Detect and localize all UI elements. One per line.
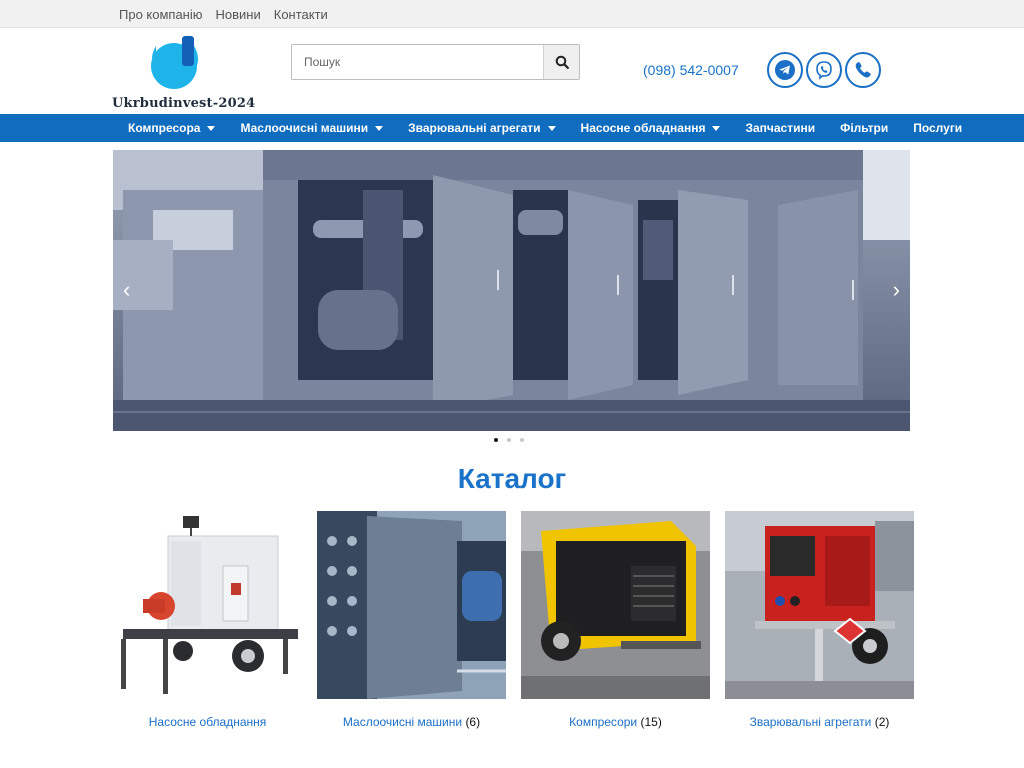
- phone-icon: [855, 62, 871, 78]
- nav-item-welding[interactable]: Зварювальні агрегати: [408, 121, 556, 135]
- caret-down-icon: [712, 125, 721, 131]
- card-name[interactable]: Зварювальні агрегати: [750, 715, 872, 729]
- nav-item-label: Компресора: [128, 121, 201, 135]
- card-label[interactable]: Зварювальні агрегати (2): [725, 715, 914, 729]
- nav-item-label: Зварювальні агрегати: [408, 121, 541, 135]
- catalog-card[interactable]: Компресори (15): [521, 511, 710, 729]
- hero-slider: ‹ ›: [113, 150, 910, 431]
- compressor-image: [521, 511, 710, 699]
- pump-unit-image: [113, 511, 302, 699]
- search-input[interactable]: [292, 45, 543, 79]
- brand-name: Ukrbudinvest-2024: [112, 96, 256, 111]
- phone-number[interactable]: (098) 542-0007: [643, 62, 739, 78]
- nav-item-label: Фільтри: [840, 121, 889, 135]
- nav-item-oil-purifiers[interactable]: Маслоочисні машини: [240, 121, 384, 135]
- nav-item-filters[interactable]: Фільтри: [840, 121, 888, 135]
- card-name[interactable]: Насосне обладнання: [149, 715, 267, 729]
- slider-dot[interactable]: [507, 438, 511, 442]
- catalog-grid: Насосне обладнання Маслоочисні машини (6…: [113, 511, 914, 729]
- slider-dots: [494, 438, 524, 442]
- welding-unit-image: [725, 511, 914, 699]
- catalog-title: Каталог: [457, 463, 567, 494]
- card-name[interactable]: Маслоочисні машини: [343, 715, 462, 729]
- nav-item-parts[interactable]: Запчастини: [745, 121, 815, 135]
- slider-dot[interactable]: [494, 438, 498, 442]
- nav-item-label: Маслоочисні машини: [240, 121, 369, 135]
- main-nav: Компресора Маслоочисні машини Зварювальн…: [0, 114, 1024, 142]
- catalog-card[interactable]: Насосне обладнання: [113, 511, 302, 729]
- card-name[interactable]: Компресори: [569, 715, 637, 729]
- call-button[interactable]: [845, 52, 881, 88]
- topbar-link-about[interactable]: Про компанію: [119, 7, 203, 22]
- oil-purifier-image: [317, 511, 506, 699]
- card-label[interactable]: Маслоочисні машини (6): [317, 715, 506, 729]
- card-image[interactable]: [521, 511, 710, 699]
- nav-item-label: Запчастини: [745, 121, 816, 135]
- search-button[interactable]: [543, 45, 579, 79]
- nav-item-label: Насосне обладнання: [580, 121, 706, 135]
- card-label[interactable]: Компресори (15): [521, 715, 710, 729]
- caret-down-icon: [375, 125, 384, 131]
- logo-u-icon: [151, 36, 198, 89]
- telegram-button[interactable]: [767, 52, 803, 88]
- caret-down-icon: [547, 125, 556, 131]
- nav-item-label: Послуги: [913, 121, 963, 135]
- card-count: (15): [640, 715, 662, 729]
- card-image[interactable]: [113, 511, 302, 699]
- nav-item-pumps[interactable]: Насосне обладнання: [581, 121, 721, 135]
- viber-icon: [816, 61, 832, 80]
- caret-down-icon: [207, 125, 216, 131]
- nav-item-compressors[interactable]: Компресора: [128, 121, 216, 135]
- viber-button[interactable]: [806, 52, 842, 88]
- card-label[interactable]: Насосне обладнання: [113, 715, 302, 729]
- card-image[interactable]: [317, 511, 506, 699]
- topbar-link-news[interactable]: Новини: [216, 7, 261, 22]
- search-icon: [555, 55, 569, 69]
- top-bar: Про компанію Новини Контакти: [0, 0, 1024, 28]
- slider-dot[interactable]: [520, 438, 524, 442]
- catalog-card[interactable]: Зварювальні агрегати (2): [725, 511, 914, 729]
- slider-prev-button[interactable]: ‹: [123, 278, 130, 302]
- nav-item-services[interactable]: Послуги: [913, 121, 962, 135]
- slider-next-button[interactable]: ›: [893, 278, 900, 302]
- card-count: (6): [465, 715, 481, 729]
- card-image[interactable]: [725, 511, 914, 699]
- catalog-card[interactable]: Маслоочисні машини (6): [317, 511, 506, 729]
- slide-image: [113, 150, 910, 431]
- topbar-link-contacts[interactable]: Контакти: [274, 7, 328, 22]
- search-box: [291, 44, 580, 80]
- site-logo[interactable]: Ukrbudinvest-2024: [112, 34, 255, 112]
- site-header: Ukrbudinvest-2024 (098) 542-0007: [0, 28, 1024, 114]
- card-count: (2): [874, 715, 890, 729]
- telegram-icon: [775, 60, 795, 80]
